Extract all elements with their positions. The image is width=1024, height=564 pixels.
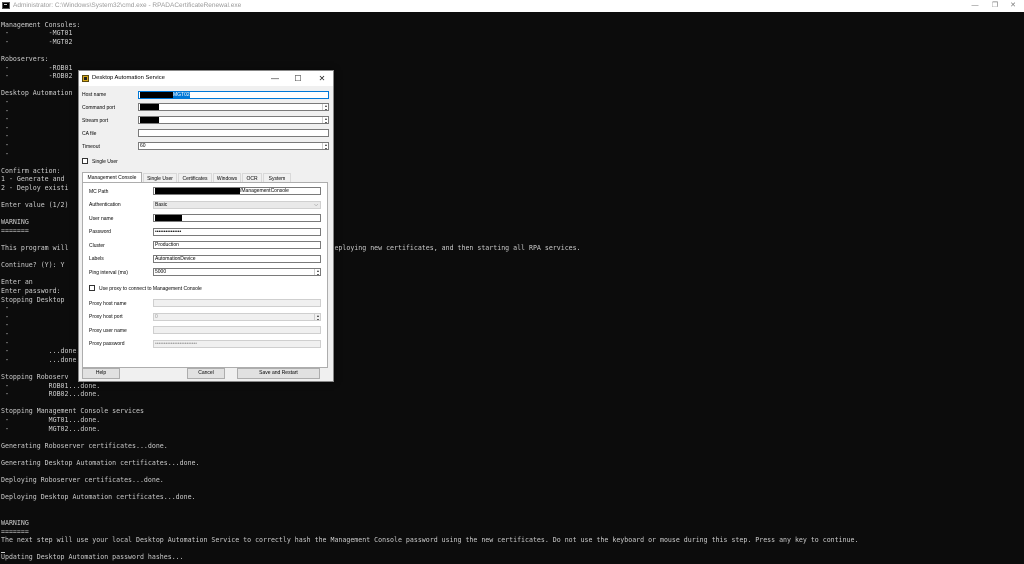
console-line [1,545,1021,554]
close-button[interactable]: ✕ [1000,0,1024,12]
authentication-value: Basic [155,202,168,208]
proxy-host-port-input[interactable]: 0 ▲ ▼ [153,313,321,321]
use-proxy-checkbox[interactable] [89,285,95,291]
proxy-host-port-label: Proxy host port [89,314,123,320]
command-port-spinner[interactable]: ▲ ▼ [322,104,328,110]
command-port-input[interactable]: ▲ ▼ [138,103,329,111]
use-proxy-label: Use proxy to connect to Management Conso… [99,286,202,292]
timeout-spinner[interactable]: ▲ ▼ [322,143,328,149]
console-line: Deploying Desktop Automation certificate… [1,493,196,502]
redacted-block [155,215,182,221]
mc-path-input[interactable]: /ManagementConsole [153,187,321,195]
console-line: Deploying Roboserver certificates...done… [1,476,164,485]
redacted-block [140,92,173,98]
dialog-close-button[interactable]: ✕ [310,71,334,86]
timeout-label: Timeout [82,144,100,150]
host-name-label: Host name [82,92,107,98]
proxy-host-name-input[interactable] [153,299,321,307]
password-input[interactable]: ••••••••••••••• [153,228,321,236]
console-line: - -MGT02 [1,37,73,46]
console-line: ======= [1,527,29,536]
host-name-value: MGT02 [173,92,190,98]
stream-port-input[interactable]: ▲ ▼ [138,116,329,124]
proxy-user-name-label: Proxy user name [89,328,127,334]
cancel-button[interactable]: Cancel [187,368,225,379]
cluster-input[interactable]: Production [153,241,321,249]
dialog-title: Desktop Automation Service [92,75,165,81]
dialog-maximize-button[interactable]: ☐ [286,71,310,86]
proxy-host-port-spinner[interactable]: ▲ ▼ [314,314,320,320]
dialog-minimize-button[interactable]: — [263,71,287,86]
console-title-bar: Administrator: C:\Windows\System32\cmd.e… [0,0,1024,12]
ping-interval-input[interactable]: 5000 ▲ ▼ [153,268,321,276]
stream-port-label: Stream port [82,118,109,124]
timeout-input[interactable]: 60 ▲ ▼ [138,142,329,150]
app-icon [82,75,89,82]
redacted-block [140,117,159,123]
user-name-label: User name [89,216,114,222]
console-line: WARNING [1,519,29,528]
console-line: Generating Roboserver certificates...don… [1,441,168,450]
ping-interval-value: 5000 [155,269,167,275]
cluster-label: Cluster [89,243,105,249]
user-name-input[interactable] [153,214,321,222]
console-title: Administrator: C:\Windows\System32\cmd.e… [13,2,242,9]
proxy-password-input[interactable]: •••••••••••••••••••••••• [153,340,321,348]
host-name-input[interactable]: MGT02 [138,91,329,99]
timeout-value: 60 [140,143,146,149]
console-line: Updating Desktop Automation password has… [1,553,184,562]
save-and-restart-button[interactable]: Save and Restart [237,368,320,379]
ca-file-label: CA file [82,131,97,137]
cmd-icon [2,2,10,9]
single-user-label: Single User [92,159,118,165]
single-user-checkbox[interactable] [82,158,88,164]
labels-label: Labels [89,256,104,262]
proxy-user-name-input[interactable] [153,326,321,334]
console-line: - ROB02...done. [1,390,101,399]
console-line: - MGT02...done. [1,424,101,433]
command-port-label: Command port [82,105,116,111]
console-line: Roboservers: [1,54,49,63]
mc-path-suffix: /ManagementConsole [240,188,289,194]
redacted-block [155,188,240,194]
ping-interval-label: Ping interval (ms) [89,270,128,276]
labels-input[interactable]: AutomationDevice [153,255,321,263]
management-console-panel: MC Path /ManagementConsole Authenticatio… [82,182,328,368]
password-label: Password [89,229,111,235]
proxy-password-label: Proxy password [89,341,125,347]
console-line: Management Consoles: [1,20,81,29]
authentication-label: Authentication [89,202,121,208]
console-line: - -MGT01 [1,29,73,38]
ca-file-input[interactable] [138,129,329,137]
console-line: Stopping Management Console services [1,407,144,416]
proxy-host-port-value: 0 [155,314,158,320]
desktop-automation-service-dialog: Desktop Automation Service — ☐ ✕ Host na… [78,70,334,382]
console-line: - MGT01...done. [1,415,101,424]
redacted-block [140,104,159,110]
proxy-host-name-label: Proxy host name [89,301,127,307]
stream-port-spinner[interactable]: ▲ ▼ [322,117,328,123]
ping-interval-spinner[interactable]: ▲ ▼ [314,269,320,275]
dialog-title-bar: Desktop Automation Service — ☐ ✕ [79,71,333,86]
console-line: - ROB01...done. [1,381,101,390]
console-line: The next step will use your local Deskto… [1,536,859,545]
authentication-select[interactable]: Basic ⌵ [153,201,321,209]
console-line: Generating Desktop Automation certificat… [1,458,200,467]
chevron-down-icon: ⌵ [314,202,318,208]
help-button[interactable]: Help [82,368,120,379]
mc-path-label: MC Path [89,189,109,195]
